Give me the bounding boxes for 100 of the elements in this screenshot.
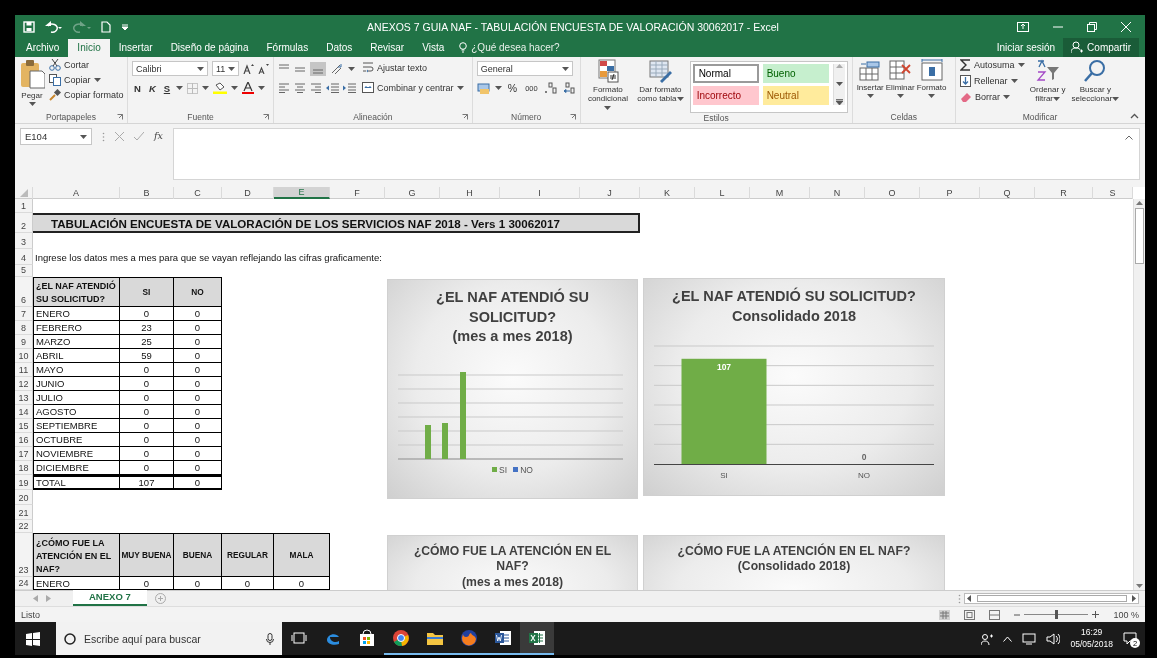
font-size-field[interactable]: 11 [212,61,239,76]
column-header[interactable]: I [500,187,580,199]
network-icon[interactable] [1022,632,1037,645]
paste-button[interactable]: Pegar [19,59,45,111]
fill-button[interactable]: Rellenar [960,75,1025,87]
ribbon-tab[interactable]: Archivo [17,39,69,57]
enter-check-icon[interactable] [134,132,144,141]
scroll-up-icon[interactable] [1136,201,1143,205]
tray-expand-icon[interactable] [1003,635,1013,642]
new-document-icon[interactable] [101,20,111,33]
align-bottom-icon[interactable] [310,62,327,76]
format-painter-button[interactable]: Copiar formato [49,89,124,101]
align-right-icon[interactable] [310,83,323,93]
microphone-icon[interactable] [266,632,274,645]
scrollbar-thumb[interactable] [1135,208,1144,264]
insert-cells-button[interactable]: Insertar [856,59,884,111]
search-field[interactable]: Escribe aquí para buscar [56,622,282,655]
orientation-icon[interactable] [330,63,345,75]
number-format-field[interactable]: General [476,61,573,76]
decrease-indent-icon[interactable] [326,83,340,93]
scroll-left-icon[interactable] [967,595,971,602]
close-icon[interactable] [1121,21,1131,32]
find-select-button[interactable]: Buscar y seleccionar [1070,59,1120,111]
row-header[interactable]: 4 [15,249,33,265]
row-header[interactable]: 3 [15,233,33,249]
column-header[interactable]: O [865,187,920,199]
row-header[interactable]: 1 [15,199,33,213]
column-header[interactable]: J [580,187,640,199]
dialog-launcher-icon[interactable] [117,114,123,120]
zoom-in-icon[interactable] [1092,611,1100,618]
column-header[interactable]: H [440,187,500,199]
clear-button[interactable]: Borrar [960,91,1025,102]
row-header[interactable]: 15 [15,419,33,433]
row-header[interactable]: 11 [15,363,33,377]
windows-start-icon[interactable] [26,631,40,646]
column-header[interactable]: R [1035,187,1093,199]
column-header[interactable]: B [120,187,174,199]
row-header[interactable]: 16 [15,433,33,447]
row-header[interactable]: 12 [15,377,33,391]
gallery-more-icon[interactable] [835,99,843,105]
row-header[interactable]: 21 [15,505,33,520]
font-color-icon[interactable] [242,82,255,94]
row-header[interactable]: 8 [15,321,33,335]
format-cells-button[interactable]: Formato [916,59,947,111]
copy-button[interactable]: Copiar [49,74,124,86]
column-header[interactable]: L [695,187,750,199]
increase-decimal-icon[interactable] [543,82,558,94]
undo-icon[interactable] [45,20,63,33]
shrink-font-icon[interactable] [258,63,269,74]
currency-icon[interactable] [476,82,491,94]
gallery-down-icon[interactable] [835,81,843,86]
format-as-table-button[interactable]: Dar formato como tabla [634,59,687,113]
collapse-ribbon-icon[interactable] [1130,113,1139,119]
decrease-decimal-icon[interactable] [561,82,576,94]
row-header[interactable]: 17 [15,447,33,461]
zoom-thumb[interactable] [1054,610,1058,619]
merge-center-button[interactable]: Combinar y centrar [362,82,464,93]
restore-icon[interactable] [1087,21,1097,32]
volume-icon[interactable] [1046,632,1061,645]
column-header[interactable]: M [750,187,810,199]
row-header[interactable]: 14 [15,405,33,419]
row-header[interactable]: 19 [15,475,33,490]
people-icon[interactable] [981,632,994,645]
cell-style[interactable]: Neutral [762,86,829,105]
cell-style[interactable]: Normal [692,64,759,83]
row-header[interactable]: 2 [15,213,33,233]
conditional-format-button[interactable]: Formato condicional [584,59,632,113]
dialog-launcher-icon[interactable] [263,114,270,120]
wrap-text-button[interactable]: Ajustar texto [362,62,464,73]
delete-cells-button[interactable]: Eliminar [885,59,915,111]
insert-function-button[interactable]: fx [154,130,163,141]
row-header[interactable]: 9 [15,335,33,349]
ribbon-tab[interactable]: Fórmulas [257,39,318,57]
page-break-icon[interactable] [989,609,1001,620]
tell-me-field[interactable]: ¿Qué desea hacer? [453,42,560,57]
taskbar-app[interactable] [520,622,554,655]
name-box[interactable]: E104 [20,128,92,145]
underline-button[interactable]: S [161,82,173,94]
increase-indent-icon[interactable] [343,83,357,93]
align-left-icon[interactable] [278,83,291,93]
normal-view-icon[interactable] [939,609,951,620]
ribbon-tab[interactable]: Diseño de página [161,39,258,57]
save-icon[interactable] [23,20,35,33]
autosum-button[interactable]: Autosuma [960,59,1025,71]
scroll-right-icon[interactable] [1132,595,1136,602]
expand-formula-icon[interactable] [1125,135,1133,140]
sort-filter-button[interactable]: Ordenar y filtrar [1027,59,1068,111]
column-header[interactable]: Q [980,187,1035,199]
column-header[interactable]: E [274,187,330,199]
row-header[interactable]: 7 [15,307,33,321]
share-button[interactable]: Compartir [1063,38,1139,57]
ribbon-tab[interactable]: Inicio [68,39,110,57]
vertical-scrollbar[interactable] [1133,199,1145,590]
row-header[interactable]: 6 [15,277,33,307]
ribbon-tab[interactable]: Revisar [361,39,414,57]
column-header[interactable]: P [920,187,980,199]
cell-style[interactable]: Bueno [762,64,829,83]
ribbon-tab[interactable]: Vista [413,39,454,57]
column-header[interactable]: S [1093,187,1133,199]
row-header[interactable]: 10 [15,349,33,363]
